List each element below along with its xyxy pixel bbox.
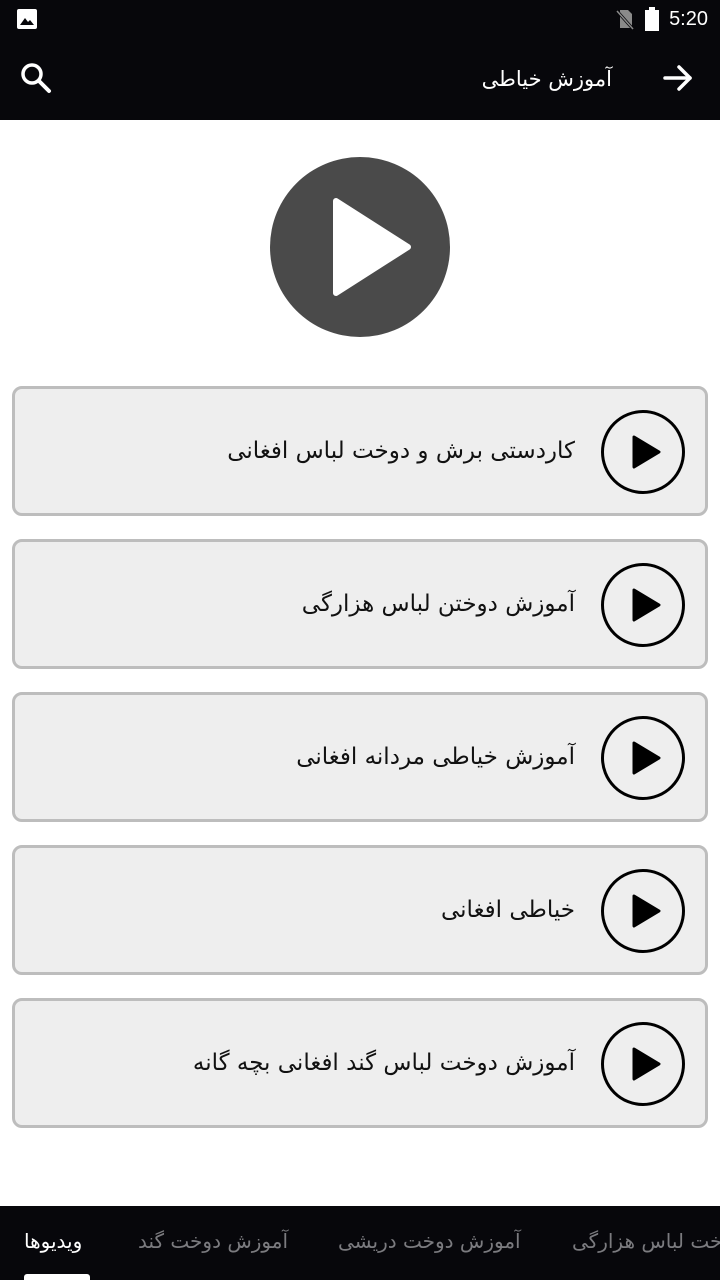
play-icon (632, 741, 661, 775)
tab-videos[interactable]: ویدیوها (24, 1206, 82, 1276)
tab-suit-sewing[interactable]: آموزش دوخت دریشی (338, 1206, 521, 1276)
play-icon (632, 1047, 661, 1081)
bottom-tab-bar: ویدیوها آموزش دوخت گند آموزش دوخت دریشی … (0, 1206, 720, 1280)
list-item[interactable]: آموزش خیاطی مردانه افغانی (12, 692, 708, 822)
list-item-label: کاردستی برش و دوخت لباس افغانی (227, 438, 575, 464)
list-item-label: خیاطی افغانی (440, 897, 575, 923)
play-icon (632, 435, 661, 469)
play-button[interactable] (601, 563, 685, 647)
play-icon (333, 198, 411, 296)
page-title: آموزش خیاطی (481, 67, 612, 91)
list-item[interactable]: آموزش دوختن لباس هزارگی (12, 539, 708, 669)
status-right: 5:20 (615, 0, 708, 38)
search-icon[interactable] (18, 60, 54, 96)
play-button[interactable] (601, 410, 685, 494)
status-bar: 5:20 (0, 0, 720, 38)
play-button[interactable] (601, 869, 685, 953)
active-tab-indicator (24, 1274, 90, 1280)
play-button[interactable] (601, 716, 685, 800)
tab-gond-sewing[interactable]: آموزش دوخت گند (138, 1206, 288, 1276)
status-time: 5:20 (669, 7, 708, 30)
list-item-label: آموزش دوختن لباس هزارگی (301, 591, 575, 617)
tab-hazaragi-dress[interactable]: آموزش دوخت لباس هزارگی (572, 1206, 720, 1276)
list-item-label: آموزش دوخت لباس گند افغانی بچه گانه (192, 1050, 575, 1076)
image-icon (17, 9, 37, 29)
play-button[interactable] (601, 1022, 685, 1106)
battery-icon (645, 7, 660, 31)
list-item[interactable]: کاردستی برش و دوخت لباس افغانی (12, 386, 708, 516)
arrow-right-icon[interactable] (660, 60, 696, 96)
hero-play-button[interactable] (270, 157, 450, 337)
list-item[interactable]: خیاطی افغانی (12, 845, 708, 975)
app-bar: آموزش خیاطی (0, 38, 720, 120)
no-sim-icon (615, 10, 635, 30)
list-item[interactable]: آموزش دوخت لباس گند افغانی بچه گانه (12, 998, 708, 1128)
play-icon (632, 588, 661, 622)
play-icon (632, 894, 661, 928)
list-item-label: آموزش خیاطی مردانه افغانی (296, 744, 575, 770)
